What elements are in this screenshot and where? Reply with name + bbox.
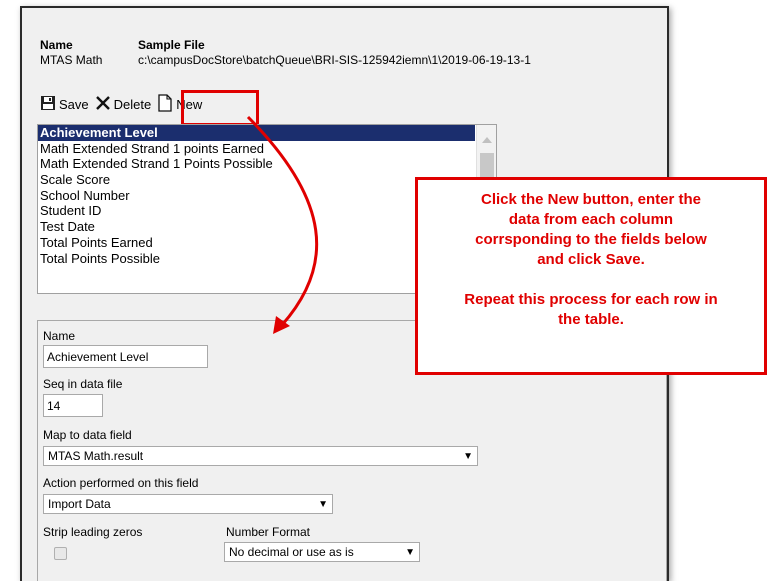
save-button[interactable]: Save <box>40 95 89 114</box>
dropdown-arrow-icon: ▼ <box>463 450 473 462</box>
name-label: Name <box>43 329 76 343</box>
map-field-label: Map to data field <box>43 428 132 442</box>
delete-label: Delete <box>113 96 152 112</box>
callout-line: Repeat this process for each row in <box>464 291 718 308</box>
number-format-select[interactable]: No decimal or use as is ▼ <box>224 542 420 562</box>
seq-input[interactable] <box>43 394 103 417</box>
sample-file-column-header: Sample File <box>138 38 205 52</box>
scroll-up-arrow-icon[interactable] <box>482 137 492 143</box>
name-input[interactable] <box>43 345 208 368</box>
name-column-header: Name <box>40 38 73 52</box>
map-field-select[interactable]: MTAS Math.result ▼ <box>43 446 478 466</box>
callout-line: Click the New button, enter the <box>480 191 702 208</box>
instruction-callout: Click the New button, enter the data fro… <box>415 177 767 375</box>
action-select[interactable]: Import Data ▼ <box>43 494 333 514</box>
action-value: Import Data <box>48 497 111 511</box>
new-button-highlight <box>181 90 259 126</box>
dropdown-arrow-icon: ▼ <box>318 498 328 510</box>
strip-zeros-label: Strip leading zeros <box>43 525 143 539</box>
list-item[interactable]: Math Extended Strand 1 Points Possible <box>38 156 496 172</box>
list-item[interactable]: Math Extended Strand 1 points Earned <box>38 141 496 157</box>
action-label: Action performed on this field <box>43 476 199 490</box>
callout-line: the table. <box>558 311 624 328</box>
sample-file-path: c:\campusDocStore\batchQueue\BRI-SIS-125… <box>138 53 531 67</box>
blank-page-icon <box>157 93 173 115</box>
callout-line: data from each column <box>508 211 674 228</box>
seq-label: Seq in data file <box>43 377 123 391</box>
strip-zeros-checkbox[interactable] <box>54 547 67 560</box>
map-field-value: MTAS Math.result <box>48 449 144 463</box>
callout-line: and click Save. <box>537 251 645 268</box>
delete-button[interactable]: Delete <box>95 95 152 114</box>
dropdown-arrow-icon: ▼ <box>405 546 415 558</box>
callout-line: corrsponding to the fields below <box>475 231 707 248</box>
floppy-disk-icon <box>40 95 56 114</box>
list-item-achievement-level[interactable]: Achievement Level <box>38 125 475 141</box>
toolbar: Save Delete New <box>40 92 202 116</box>
number-format-label: Number Format <box>226 525 311 539</box>
format-name-value: MTAS Math <box>40 53 103 67</box>
save-label: Save <box>59 96 89 112</box>
number-format-value: No decimal or use as is <box>229 545 354 559</box>
x-icon <box>95 95 111 114</box>
